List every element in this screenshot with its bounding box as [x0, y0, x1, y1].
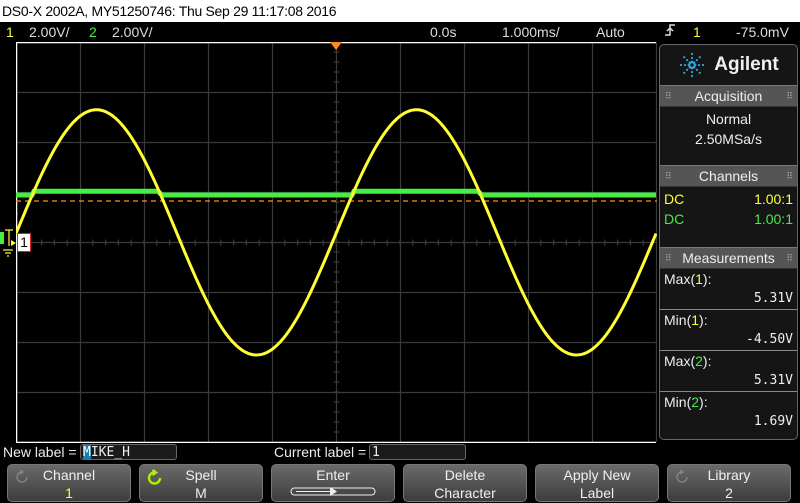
ch2-ground-marker [0, 232, 4, 244]
brand-logo: Agilent [660, 45, 797, 85]
window-title: DS0-X 2002A, MY51250746: Thu Sep 29 11:1… [0, 0, 800, 22]
enter-softkey[interactable]: Enter [271, 464, 395, 502]
logo-dot [691, 70, 694, 74]
trigger-source[interactable]: 1 [693, 22, 701, 42]
measurement-item: Max(1): 5.31V [660, 269, 797, 310]
acquisition-mode: Normal [705, 111, 752, 127]
measurements-header[interactable]: ⠿ Measurements ⠿ [660, 247, 797, 269]
ch2-scale[interactable]: 2.00V/ [112, 22, 152, 42]
waveform-display[interactable] [16, 42, 657, 443]
delete-character-softkey[interactable]: Delete Character [403, 464, 527, 502]
trigger-level[interactable]: -75.0mV [736, 22, 789, 42]
channel-row: DC 1.00:1 [660, 189, 797, 209]
logo-dot [691, 52, 694, 56]
time-scale[interactable]: 1.000ms/ [502, 22, 560, 42]
logo-dot [680, 63, 683, 67]
agilent-spark-icon [680, 52, 705, 78]
softkey-label-line2: Character [434, 485, 496, 501]
status-bar: 1 2.00V/ 2 2.00V/ 0.0s 1.000ms/ Auto 1 -… [0, 22, 800, 42]
rotate-knob-icon [16, 469, 28, 483]
new-label-caption: New label = [3, 444, 77, 460]
channels-list: DC 1.00:1 DC 1.00:1 [660, 187, 797, 247]
logo-dot [686, 59, 689, 62]
trigger-mode[interactable]: Auto [596, 22, 625, 42]
channel-softkey[interactable]: Channel 1 [7, 464, 131, 502]
text-cursor: M [83, 445, 91, 460]
logo-dot [696, 59, 699, 62]
logo-dot [698, 71, 702, 74]
ch2-probe: 1.00:1 [754, 211, 793, 227]
ch1-probe: 1.00:1 [754, 191, 793, 207]
logo-dot [702, 63, 705, 67]
acquisition-header[interactable]: ⠿ Acquisition ⠿ [660, 85, 797, 107]
channel-row: DC 1.00:1 [660, 209, 797, 229]
ch1-coupling: DC [664, 191, 685, 207]
ch2-number[interactable]: 2 [89, 22, 97, 42]
measurement-item: Min(1): -4.50V [660, 310, 797, 351]
enter-arrow-icon [290, 487, 376, 496]
new-label-input[interactable]: MIKE_H [80, 444, 177, 460]
logo-dot [691, 74, 694, 78]
current-label-caption: Current label = [274, 444, 367, 460]
measurements-list: Max(1): 5.31V Min(1): -4.50V Max(2): 5.3… [660, 269, 797, 432]
ch1-label-marker[interactable]: 1 [17, 233, 31, 252]
logo-dot [686, 68, 689, 71]
softkey-bar: Channel 1 Spell M Enter Delete Character… [0, 463, 800, 503]
logo-dot [691, 56, 694, 60]
logo-dot [692, 61, 696, 65]
softkey-label: Delete [444, 467, 486, 483]
measurement-value: 1.69V [753, 414, 793, 429]
measurement-item: Min(2): 1.69V [660, 392, 797, 432]
measurements-title: Measurements [682, 250, 775, 266]
logo-dot [683, 71, 686, 74]
softkey-label: Enter [316, 467, 350, 483]
ch2-coupling: DC [664, 211, 685, 227]
label-editor: New label = MIKE_H Current label = 1 [0, 443, 800, 462]
softkey-value: 2 [725, 485, 733, 501]
acquisition-title: Acquisition [694, 88, 763, 104]
brand-name: Agilent [714, 54, 779, 75]
apply-new-label-softkey[interactable]: Apply New Label [535, 464, 659, 502]
sample-rate: 2.50MSa/s [695, 131, 762, 147]
time-delay[interactable]: 0.0s [430, 22, 456, 42]
softkey-label-line2: Label [579, 485, 615, 501]
rotate-knob-active-icon [147, 469, 162, 485]
ch1-number[interactable]: 1 [6, 22, 14, 42]
logo-dot [684, 63, 687, 67]
measurement-value: -4.50V [746, 332, 793, 347]
measurement-value: 5.31V [753, 291, 793, 306]
rotate-knob-icon [676, 469, 688, 483]
logo-dot [698, 63, 701, 67]
trigger-position-icon [330, 42, 342, 50]
side-panel: Agilent ⠿ Acquisition ⠿ Normal 2.50MSa/s… [659, 44, 798, 440]
acquisition-info: Normal 2.50MSa/s [660, 107, 797, 165]
new-label-text: IKE_H [90, 445, 130, 460]
logo-dot [696, 68, 699, 71]
logo-dot [683, 56, 686, 59]
channels-title: Channels [698, 168, 759, 184]
ch1-scale[interactable]: 2.00V/ [29, 22, 69, 42]
softkey-value: 1 [65, 485, 73, 501]
spell-softkey[interactable]: Spell M [139, 464, 263, 502]
current-label-field: 1 [369, 444, 466, 460]
softkey-label: Apply New [563, 467, 631, 483]
logo-dot [698, 56, 702, 59]
rising-edge-icon [664, 22, 676, 43]
measurement-item: Max(2): 5.31V [660, 351, 797, 392]
graticule [16, 42, 657, 443]
channels-header[interactable]: ⠿ Channels ⠿ [660, 165, 797, 187]
library-softkey[interactable]: Library 2 [667, 464, 791, 502]
measurement-value: 5.31V [753, 373, 793, 388]
